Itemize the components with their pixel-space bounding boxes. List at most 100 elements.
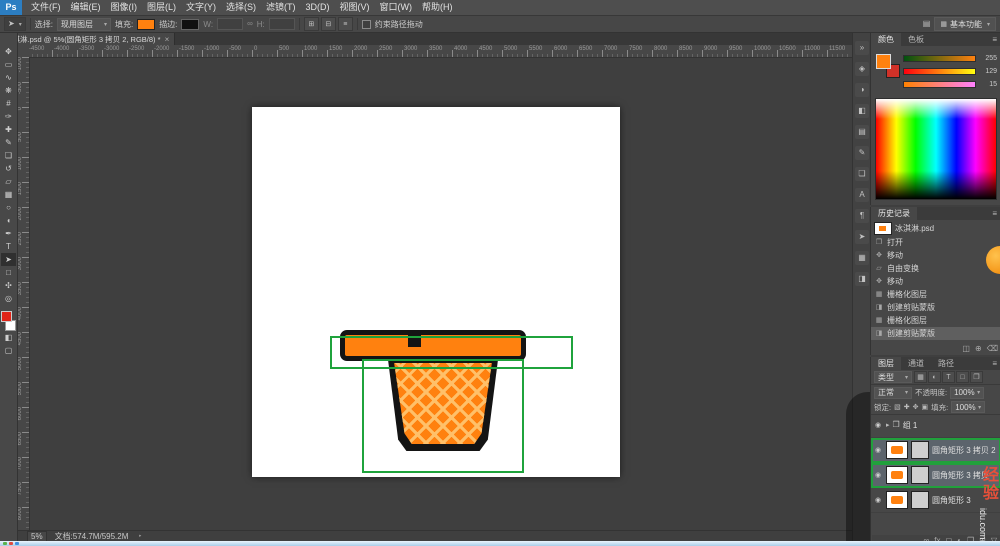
delete-state-icon[interactable]: ⌫ <box>987 345 998 353</box>
menu-select[interactable]: 选择(S) <box>221 0 261 15</box>
document-canvas[interactable] <box>252 107 620 477</box>
constrain-path-checkbox[interactable] <box>362 20 371 29</box>
slider-track[interactable] <box>903 81 976 88</box>
eraser-tool[interactable]: ▱ <box>1 175 16 188</box>
vector-path-outline-cup[interactable] <box>362 359 524 473</box>
tab-channels[interactable]: 通道 <box>901 357 931 370</box>
tab-paths[interactable]: 路径 <box>931 357 961 370</box>
slider-track[interactable] <box>903 55 976 62</box>
tab-history[interactable]: 历史记录 <box>871 207 917 220</box>
group-expand-icon[interactable]: ▸ <box>886 422 890 429</box>
menu-filter[interactable]: 滤镜(T) <box>261 0 301 15</box>
history-snapshot-row[interactable]: 冰淇淋.psd <box>871 220 1000 236</box>
history-step-free-transform[interactable]: ▱ 自由变换 <box>871 262 1000 275</box>
paragraph-panel-icon[interactable]: ¶ <box>855 209 869 223</box>
move-tool[interactable]: ✥ <box>1 45 16 58</box>
workspace-switcher[interactable]: ▦ 基本功能 ▾ <box>934 17 996 31</box>
vector-mask-thumbnail[interactable] <box>911 491 929 509</box>
clone-stamp-tool[interactable]: ❏ <box>1 149 16 162</box>
paths-panel-icon[interactable]: ➤ <box>855 230 869 244</box>
vector-mask-thumbnail[interactable] <box>911 441 929 459</box>
type-tool[interactable]: T <box>1 240 16 253</box>
history-step-rasterize-2[interactable]: ▦ 栅格化图层 <box>871 314 1000 327</box>
fill-opacity-dropdown[interactable]: 100%▾ <box>951 401 985 413</box>
quick-selection-tool[interactable]: ❋ <box>1 84 16 97</box>
lock-transparent-icon[interactable]: ▧ <box>894 404 901 411</box>
foreground-color-swatch[interactable] <box>1 311 12 322</box>
foreground-color-swatch[interactable] <box>876 54 891 69</box>
path-selection-tool[interactable]: ➤ <box>1 253 16 266</box>
crop-tool[interactable]: # <box>1 97 16 110</box>
blur-tool[interactable]: ○ <box>1 201 16 214</box>
history-step-open[interactable]: ❐ 打开 <box>871 236 1000 249</box>
history-step-rasterize-1[interactable]: ▦ 栅格化图层 <box>871 288 1000 301</box>
menu-layer[interactable]: 图层(L) <box>142 0 181 15</box>
layer-visibility-toggle[interactable]: ◉ <box>873 472 883 479</box>
eyedropper-tool[interactable]: ✑ <box>1 110 16 123</box>
new-doc-from-state-icon[interactable]: ⊕ <box>975 345 982 353</box>
menu-help[interactable]: 帮助(H) <box>417 0 458 15</box>
healing-brush-tool[interactable]: ✚ <box>1 123 16 136</box>
layer-visibility-toggle[interactable]: ◉ <box>873 497 883 504</box>
panel-menu-icon[interactable]: ≡ <box>992 35 997 44</box>
brush-panel-icon[interactable]: ✎ <box>855 146 869 160</box>
document-tab[interactable]: 冰淇淋.psd @ 5%(圆角矩形 3 拷贝 2, RGB/8) * × <box>0 33 175 45</box>
windows-taskbar[interactable] <box>0 541 1000 546</box>
panel-grid-icon[interactable]: ▤ <box>923 20 931 28</box>
layer-filter-dropdown[interactable]: 类型▾ <box>874 371 912 383</box>
close-tab-icon[interactable]: × <box>165 35 170 44</box>
layer-row-group-1[interactable]: ◉ ▸ ❐ 组 1 <box>871 413 1000 438</box>
properties-panel-icon[interactable]: ◨ <box>855 272 869 286</box>
new-snapshot-icon[interactable]: ◫ <box>962 345 970 353</box>
history-step-move-1[interactable]: ✥ 移动 <box>871 249 1000 262</box>
slider-value[interactable]: 15 <box>979 81 997 88</box>
layer-visibility-toggle[interactable]: ◉ <box>873 447 883 454</box>
blend-mode-dropdown[interactable]: 正常▾ <box>874 387 912 399</box>
layer-row-rounded-rect-3-copy-2[interactable]: ◉ ▸ ❐ 圆角矩形 3 拷贝 2 <box>871 438 1000 463</box>
layer-thumbnail[interactable] <box>886 466 908 484</box>
channels-panel-icon[interactable]: ▦ <box>855 251 869 265</box>
collapse-dock-icon[interactable]: » <box>855 41 869 55</box>
menu-image[interactable]: 图像(I) <box>106 0 143 15</box>
tab-color[interactable]: 颜色 <box>871 33 901 46</box>
history-step-clipping-mask-1[interactable]: ◨ 创建剪贴蒙版 <box>871 301 1000 314</box>
path-arrange-button[interactable]: ≡ <box>338 17 353 31</box>
lock-all-icon[interactable]: ▣ <box>921 404 928 411</box>
lock-pixels-icon[interactable]: ✚ <box>904 404 910 411</box>
menu-type[interactable]: 文字(Y) <box>181 0 221 15</box>
menu-3d[interactable]: 3D(D) <box>301 0 335 15</box>
pen-tool[interactable]: ✒ <box>1 227 16 240</box>
info-panel-icon[interactable]: ◑ <box>855 83 869 97</box>
layer-visibility-toggle[interactable]: ◉ <box>873 422 883 429</box>
height-input[interactable] <box>269 18 295 30</box>
styles-panel-icon[interactable]: ▤ <box>855 125 869 139</box>
fill-color-swatch[interactable] <box>137 19 155 30</box>
adjustments-panel-icon[interactable]: ◧ <box>855 104 869 118</box>
select-mode-dropdown[interactable]: 现用图层▾ <box>57 18 111 31</box>
menu-file[interactable]: 文件(F) <box>26 0 66 15</box>
clone-source-panel-icon[interactable]: ❏ <box>855 167 869 181</box>
quick-mask-button[interactable]: ◧ <box>1 331 16 344</box>
navigator-panel-icon[interactable]: ◈ <box>855 62 869 76</box>
tab-layers[interactable]: 图层 <box>871 357 901 370</box>
slider-value[interactable]: 255 <box>979 55 997 62</box>
filter-pixel-layers-icon[interactable]: ▦ <box>914 371 927 383</box>
status-options-icon[interactable]: ‣ <box>138 533 142 540</box>
path-align-button[interactable]: ⊟ <box>321 17 336 31</box>
marquee-tool[interactable]: ▭ <box>1 58 16 71</box>
panel-menu-icon[interactable]: ≡ <box>992 359 997 368</box>
link-dimensions-icon[interactable]: ∞ <box>247 20 253 28</box>
filter-smart-objects-icon[interactable]: ❐ <box>970 371 983 383</box>
canvas-area[interactable] <box>29 57 852 530</box>
lock-position-icon[interactable]: ✥ <box>913 404 919 411</box>
hand-tool[interactable]: ✣ <box>1 279 16 292</box>
gradient-tool[interactable]: ▦ <box>1 188 16 201</box>
zoom-tool[interactable]: ◎ <box>1 292 16 305</box>
history-brush-tool[interactable]: ↺ <box>1 162 16 175</box>
tool-preset-picker[interactable]: ➤ ▾ <box>4 17 26 31</box>
path-operations-button[interactable]: ⊞ <box>304 17 319 31</box>
filter-type-layers-icon[interactable]: T <box>942 371 955 383</box>
width-input[interactable] <box>217 18 243 30</box>
layer-thumbnail[interactable] <box>886 441 908 459</box>
filter-shape-layers-icon[interactable]: □ <box>956 371 969 383</box>
